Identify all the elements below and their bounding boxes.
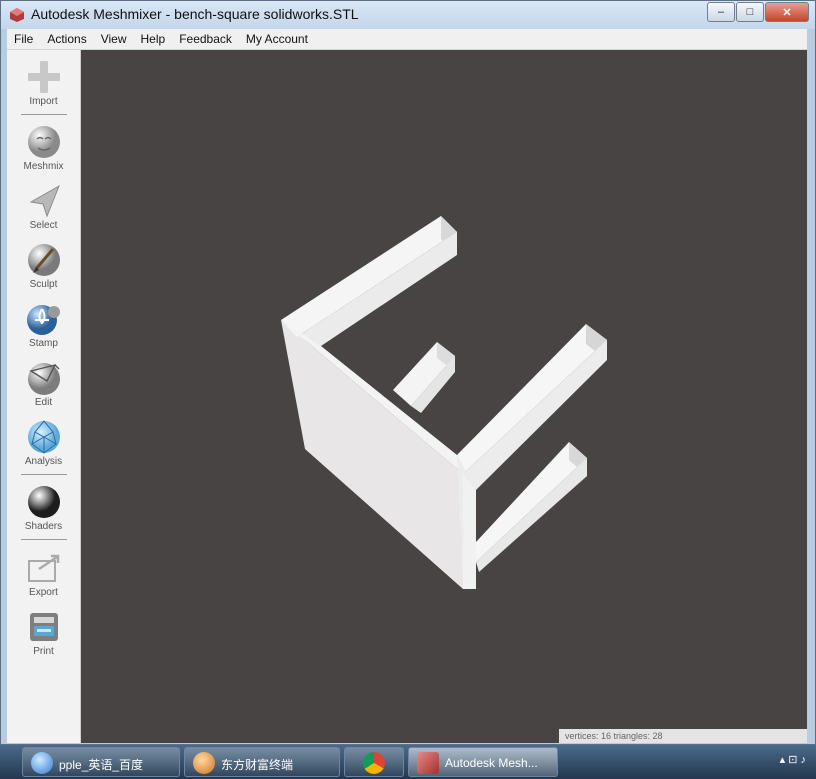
taskbar-item-label: 东方财富终端 — [221, 758, 294, 772]
menu-view[interactable]: View — [94, 32, 134, 46]
taskbar-item-finance[interactable]: 东方财富终端 — [184, 747, 340, 777]
sculpt-icon — [27, 244, 60, 276]
taskbar-item-label: pple_英语_百度 — [59, 758, 144, 772]
toolbar-divider — [21, 474, 67, 475]
export-label: Export — [29, 587, 58, 598]
analysis-label: Analysis — [24, 456, 63, 467]
select-icon — [29, 184, 60, 218]
select-label: Select — [29, 220, 58, 231]
app-window: Autodesk Meshmixer - bench-square solidw… — [0, 0, 816, 745]
menu-file[interactable]: File — [7, 32, 40, 46]
3d-viewport[interactable]: vertices: 16 triangles: 28 — [81, 50, 807, 743]
meshmix-button[interactable]: Meshmix — [7, 123, 80, 172]
title-bar[interactable]: Autodesk Meshmixer - bench-square solidw… — [1, 1, 815, 29]
taskbar-item-label: Autodesk Mesh... — [445, 756, 538, 770]
window-controls: – □ ✕ — [706, 2, 809, 22]
select-button[interactable]: Select — [7, 182, 80, 231]
taskbar-item-meshmixer[interactable]: Autodesk Mesh... — [408, 747, 558, 777]
edit-button[interactable]: Edit — [7, 359, 80, 408]
shaders-icon — [27, 486, 60, 518]
chrome-icon — [363, 752, 385, 774]
import-label: Import — [29, 96, 58, 107]
analysis-button[interactable]: Analysis — [7, 418, 80, 467]
left-toolbar: Import Meshmix Select Sculpt Stamp Edit … — [7, 50, 81, 743]
finance-icon — [193, 752, 215, 774]
edit-label: Edit — [34, 397, 53, 408]
print-button[interactable]: Print — [7, 608, 80, 657]
menu-help[interactable]: Help — [134, 32, 173, 46]
close-button[interactable]: ✕ — [765, 2, 809, 22]
windows-taskbar: pple_英语_百度 东方财富终端 Autodesk Mesh... ▴ ⊡ ♪ — [0, 745, 816, 779]
edit-icon — [27, 363, 60, 395]
print-icon — [29, 613, 58, 641]
browser-icon — [31, 752, 53, 774]
system-tray[interactable]: ▴ ⊡ ♪ — [780, 753, 806, 766]
meshmixer-logo-icon — [10, 8, 24, 22]
stamp-button[interactable]: Stamp — [7, 300, 80, 349]
stamp-icon — [26, 305, 60, 335]
shaders-button[interactable]: Shaders — [7, 483, 80, 532]
toolbar-divider — [21, 539, 67, 540]
taskbar-item-chrome[interactable] — [344, 747, 404, 777]
menu-my-account[interactable]: My Account — [239, 32, 315, 46]
export-button[interactable]: Export — [7, 549, 80, 598]
window-title: Autodesk Meshmixer - bench-square solidw… — [31, 6, 359, 22]
meshmix-label: Meshmix — [23, 161, 64, 172]
sculpt-button[interactable]: Sculpt — [7, 241, 80, 290]
shaders-label: Shaders — [24, 521, 63, 532]
toolbar-divider — [21, 114, 67, 115]
meshmixer-icon — [417, 752, 439, 774]
analysis-icon — [27, 420, 60, 454]
menu-actions[interactable]: Actions — [40, 32, 93, 46]
bench-square-model[interactable] — [81, 50, 807, 743]
stamp-label: Stamp — [29, 338, 58, 349]
menu-bar: File Actions View Help Feedback My Accou… — [7, 29, 807, 50]
import-icon — [27, 61, 60, 93]
taskbar-item-browser[interactable]: pple_英语_百度 — [22, 747, 180, 777]
menu-feedback[interactable]: Feedback — [172, 32, 239, 46]
print-label: Print — [33, 646, 54, 657]
mesh-stats-status: vertices: 16 triangles: 28 — [559, 729, 807, 743]
sculpt-label: Sculpt — [29, 279, 58, 290]
import-button[interactable]: Import — [7, 58, 80, 107]
export-icon — [27, 554, 59, 582]
maximize-button[interactable]: □ — [736, 2, 764, 22]
minimize-button[interactable]: – — [707, 2, 735, 22]
meshmix-icon — [27, 126, 60, 158]
